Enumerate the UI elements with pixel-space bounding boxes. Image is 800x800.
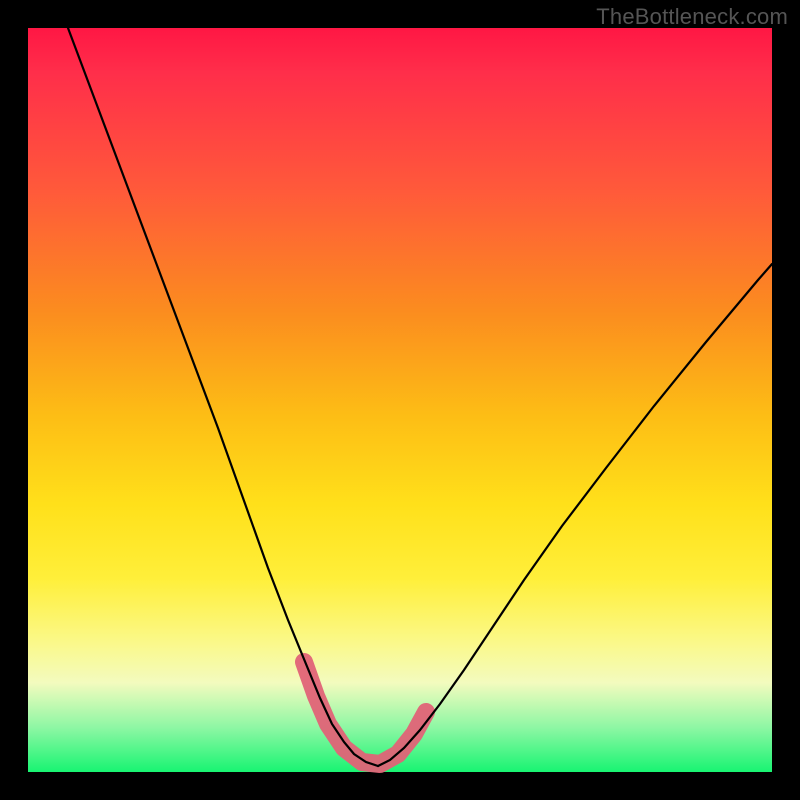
valley-highlight (304, 662, 426, 764)
right-curve (378, 264, 772, 766)
plot-area (28, 28, 772, 772)
watermark-text: TheBottleneck.com (596, 4, 788, 30)
curve-layer (28, 28, 772, 772)
chart-frame: TheBottleneck.com (0, 0, 800, 800)
left-curve (68, 28, 378, 766)
